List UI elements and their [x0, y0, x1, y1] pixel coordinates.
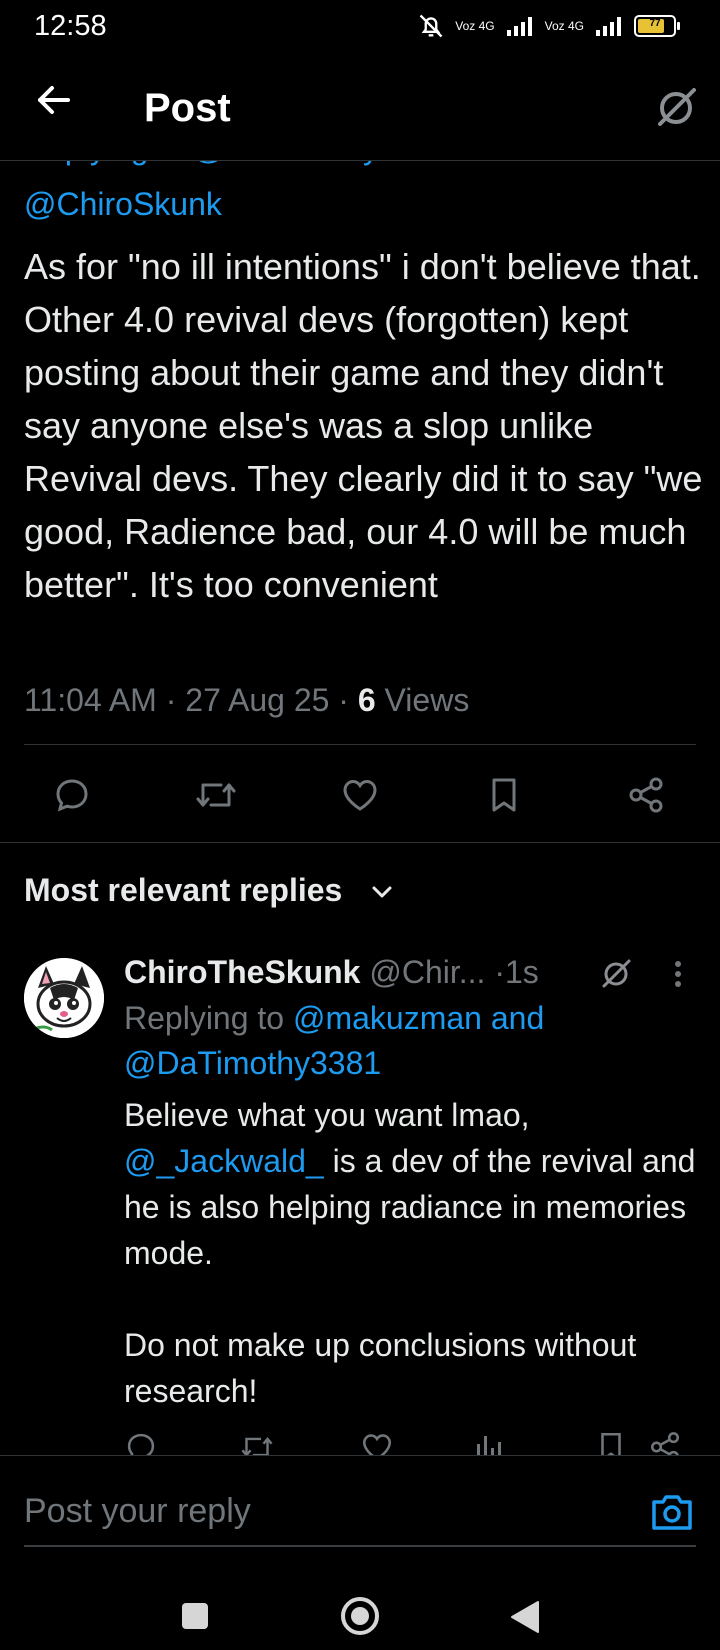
reply-header: ChiroTheSkunk @Chir... ·1s — [124, 954, 539, 990]
reply-grok-button[interactable] — [596, 954, 636, 994]
grok-icon — [602, 959, 631, 988]
mention-link[interactable]: @_Jackwald_ — [124, 1143, 324, 1179]
reply-body: Believe what you want lmao, @_Jackwald_ … — [124, 1097, 696, 1409]
battery-level: 77 — [649, 18, 661, 29]
battery-icon: 77 — [634, 15, 680, 37]
chevron-down-icon[interactable] — [368, 878, 396, 906]
share-icon — [629, 777, 663, 813]
reply-age: 1s — [504, 954, 539, 990]
like-button[interactable] — [332, 770, 388, 820]
nav-back-button[interactable] — [508, 1599, 542, 1635]
replies-sort-button[interactable]: Most relevant replies — [24, 870, 342, 910]
reply-composer: Post your reply — [0, 1455, 720, 1576]
back-button[interactable] — [30, 80, 86, 136]
views-count: 6 — [357, 682, 376, 718]
sim1-label: Voz 4G — [455, 19, 495, 33]
status-time: 12:58 — [34, 10, 107, 42]
replying-to-link[interactable]: @ChiroSkunk — [24, 182, 222, 226]
system-nav-bar — [0, 1575, 720, 1650]
status-bar: 12:58 Voz 4G Voz 4G 77 — [0, 0, 720, 56]
status-icons: Voz 4G Voz 4G 77 — [417, 12, 680, 40]
views-label: Views — [384, 682, 470, 718]
mention-link[interactable]: @DaTimothy3381 — [124, 1045, 381, 1081]
post-body: As for "no ill intentions" i don't belie… — [24, 246, 703, 605]
page-title: Post — [144, 86, 231, 130]
bookmark-button[interactable] — [476, 770, 532, 820]
share-button[interactable] — [618, 770, 674, 820]
post-time: 11:04 AM — [24, 682, 157, 718]
more-options-button[interactable] — [666, 956, 690, 992]
reply-handle[interactable]: @Chir... — [369, 954, 485, 990]
signal-icon-2 — [596, 17, 621, 36]
top-app-bar: Post — [0, 56, 720, 161]
grok-icon — [658, 88, 696, 126]
avatar[interactable] — [24, 958, 104, 1038]
recents-button[interactable] — [182, 1603, 208, 1629]
reply-replying-to: Replying to @makuzman and @DaTimothy3381 — [124, 1000, 545, 1081]
grok-button[interactable] — [648, 80, 704, 136]
bookmark-icon — [492, 778, 516, 812]
skunk-avatar-image — [24, 958, 104, 1038]
reply-button[interactable] — [44, 770, 100, 820]
divider — [0, 842, 720, 843]
camera-icon — [652, 1495, 692, 1530]
post-meta: 11:04 AM · 27 Aug 25 · 6 Views — [24, 682, 470, 718]
divider — [24, 744, 696, 745]
silent-bell-icon — [419, 14, 443, 38]
post-date: 27 Aug 25 — [185, 682, 330, 718]
reply-icon — [56, 779, 88, 812]
reply-display-name[interactable]: ChiroTheSkunk — [124, 954, 360, 990]
sim2-label: Voz 4G — [544, 19, 584, 33]
repost-icon — [196, 783, 236, 807]
repost-button[interactable] — [188, 770, 244, 820]
more-vertical-icon — [675, 961, 681, 987]
camera-button[interactable] — [648, 1488, 696, 1536]
like-icon — [343, 779, 377, 811]
home-button[interactable] — [340, 1596, 380, 1636]
signal-icon — [506, 17, 532, 36]
arrow-left-icon — [38, 86, 70, 114]
composer-underline — [24, 1545, 696, 1547]
post-actions — [0, 770, 720, 820]
reply-input[interactable]: Post your reply — [24, 1486, 251, 1536]
mention-link[interactable]: @makuzman — [293, 1000, 482, 1036]
